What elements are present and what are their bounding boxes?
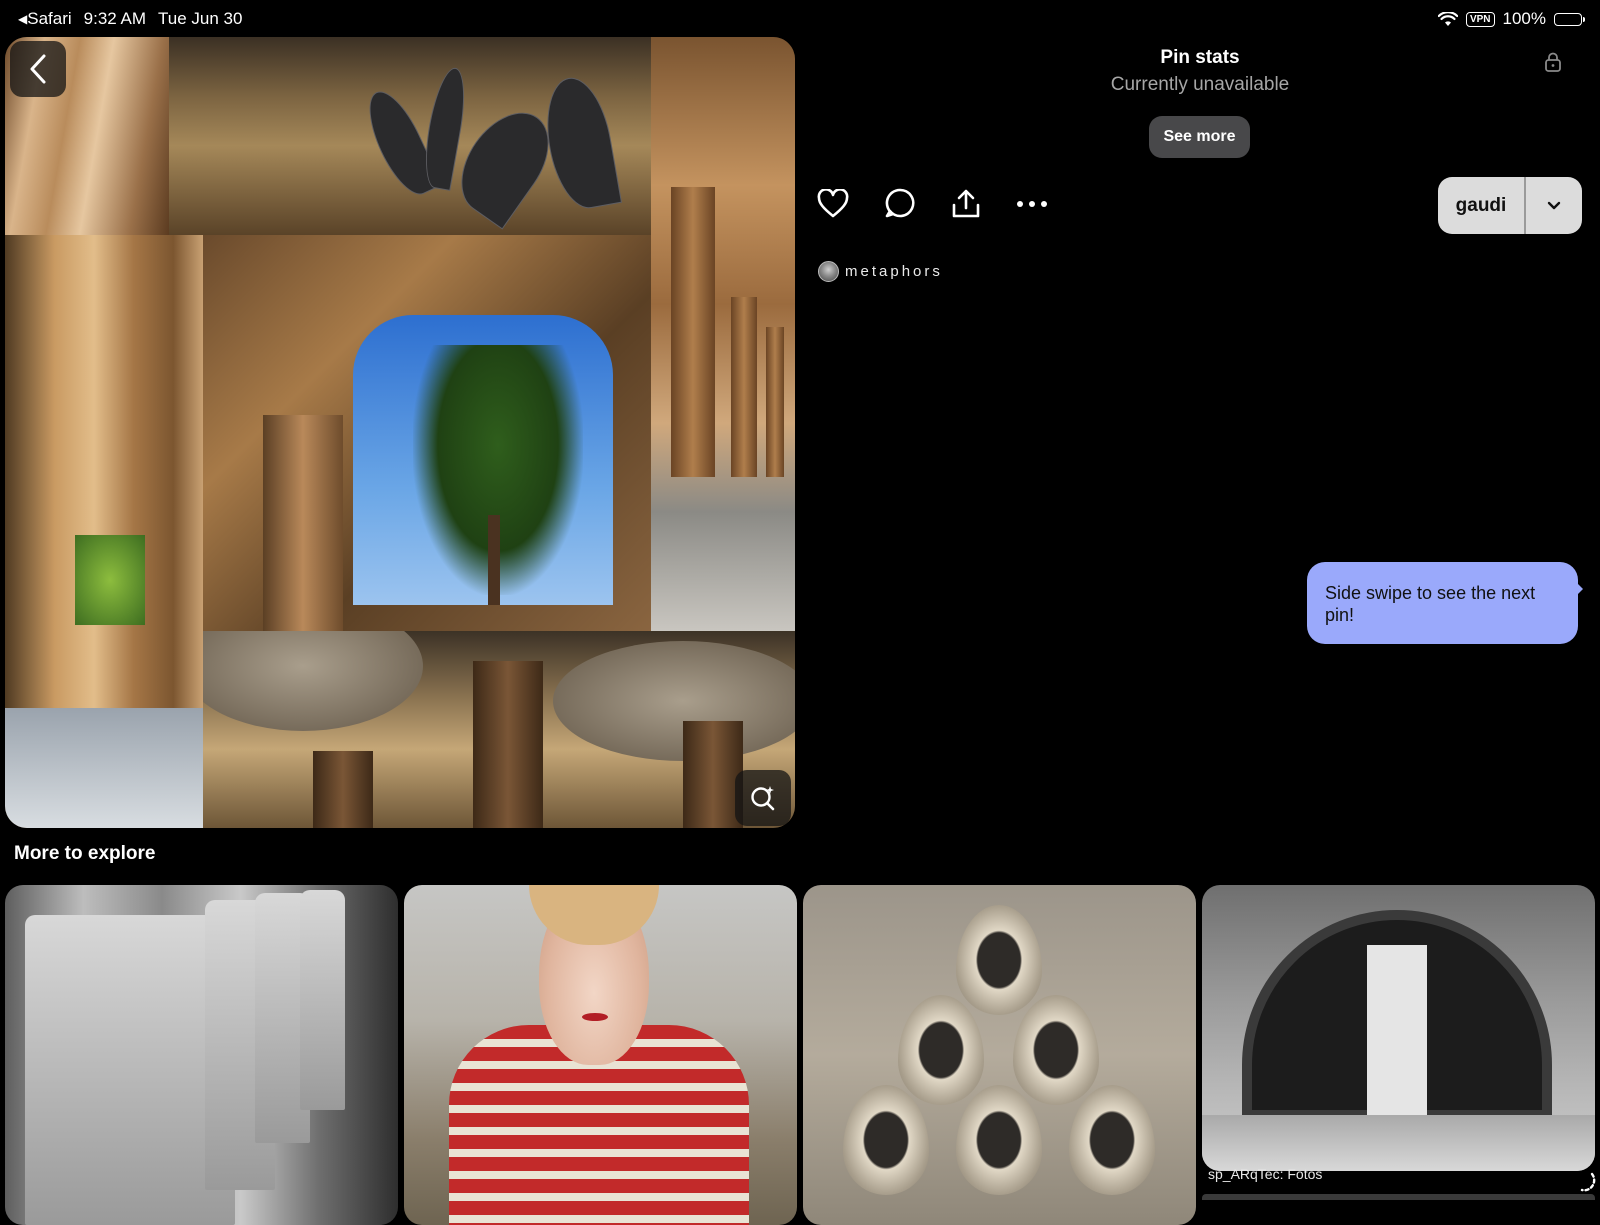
vpn-badge: VPN <box>1465 11 1495 27</box>
comment-button[interactable] <box>882 186 918 222</box>
see-more-button[interactable]: See more <box>1149 116 1250 158</box>
board-dropdown-button[interactable] <box>1526 177 1582 234</box>
battery-icon <box>1554 12 1585 26</box>
heart-icon <box>817 189 849 218</box>
creator-name: metaphors <box>845 263 943 280</box>
status-bar-right: VPN 100% <box>1437 9 1585 29</box>
back-app-label: Safari <box>27 9 72 28</box>
back-to-app-link[interactable]: ◀ Safari <box>18 9 72 29</box>
pin-stats-subtitle: Currently unavailable <box>1110 74 1290 95</box>
chevron-left-icon <box>30 54 46 84</box>
board-save-button[interactable]: gaudi <box>1438 177 1524 234</box>
lens-search-icon <box>751 786 775 811</box>
status-time: 9:32 AM <box>83 9 147 28</box>
pin-stats-title: Pin stats <box>1160 47 1240 68</box>
status-date: Tue Jun 30 <box>158 9 243 28</box>
tooltip-text: Side swipe to see the next pin! <box>1325 583 1536 625</box>
creator-link[interactable]: metaphors <box>818 261 943 282</box>
pin-image[interactable] <box>5 37 795 828</box>
visual-search-button[interactable] <box>735 770 791 826</box>
collage-tile-ironwork <box>169 37 651 235</box>
collage-tile-portico <box>5 235 203 828</box>
battery-percent: 100% <box>1502 9 1546 28</box>
explore-card-next[interactable] <box>1202 1194 1595 1200</box>
explore-card-portrait[interactable] <box>404 885 797 1225</box>
back-triangle-icon: ◀ <box>18 12 28 26</box>
comment-bubble-icon <box>885 188 915 218</box>
collage-tile-domes <box>203 631 795 828</box>
board-select[interactable]: gaudi <box>1438 177 1582 234</box>
swipe-tooltip: Side swipe to see the next pin! <box>1307 562 1578 644</box>
chevron-down-icon <box>1547 201 1561 210</box>
like-button[interactable] <box>815 186 851 222</box>
loading-spinner-icon <box>1580 1172 1596 1192</box>
ellipsis-icon <box>1017 201 1047 207</box>
avatar <box>818 261 839 282</box>
lock-icon <box>1545 52 1561 72</box>
status-bar: ◀ Safari 9:32 AM Tue Jun 30 VPN 100% <box>0 0 1600 36</box>
tooltip-tail <box>1574 580 1583 598</box>
explore-card-caption: sp_ARqTec: Fotos <box>1208 1166 1323 1182</box>
more-options-button[interactable] <box>1014 186 1050 222</box>
status-bar-left: ◀ Safari 9:32 AM Tue Jun 30 <box>18 9 242 29</box>
explore-card-cafe[interactable] <box>1202 885 1595 1171</box>
explore-card-windows[interactable] <box>803 885 1196 1225</box>
share-button[interactable] <box>948 186 984 222</box>
collage-tile-colonnade <box>651 37 795 631</box>
share-icon <box>952 189 980 218</box>
wifi-icon <box>1437 11 1458 26</box>
collage-tile-tree-view <box>203 235 651 631</box>
back-button[interactable] <box>10 41 66 97</box>
more-to-explore-heading: More to explore <box>14 843 156 864</box>
explore-card-statues[interactable] <box>5 885 398 1225</box>
